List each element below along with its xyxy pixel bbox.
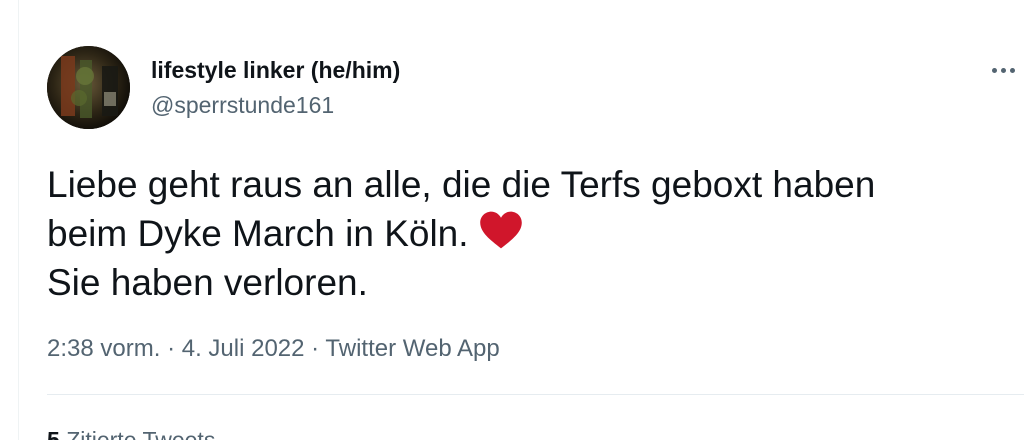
avatar-image: [47, 46, 130, 129]
quote-label: Zitierte Tweets: [66, 427, 216, 440]
author-display-name[interactable]: lifestyle linker (he/him): [151, 56, 400, 84]
tweet-text-line: Liebe geht raus an alle, die die Terfs g…: [47, 164, 876, 205]
tweet-time: 2:38 vorm.: [47, 335, 161, 362]
meta-separator: ·: [311, 335, 320, 362]
tweet-text: Liebe geht raus an alle, die die Terfs g…: [47, 160, 1007, 307]
more-dots-icon: [1001, 67, 1006, 73]
tweet-detail-page: lifestyle linker (he/him) @sperrstunde16…: [0, 0, 1024, 440]
avatar[interactable]: [47, 46, 130, 129]
tweet-date: 4. Juli 2022: [181, 335, 305, 362]
meta-separator: ·: [167, 335, 176, 362]
tweet-text-line-with-emoji: beim Dyke March in Köln.: [47, 209, 1007, 258]
timeline-border: [18, 0, 19, 440]
more-dots-icon: [992, 67, 997, 73]
tweet-timestamp-link[interactable]: 2:38 vorm. · 4. Juli 2022: [47, 335, 305, 362]
tweet-meta: 2:38 vorm. · 4. Juli 2022 · Twitter Web …: [47, 334, 500, 364]
tweet-text-line: beim Dyke March in Köln.: [47, 213, 469, 254]
more-dots-icon: [1010, 67, 1015, 73]
divider: [47, 394, 1024, 395]
quote-count: 5: [47, 427, 60, 440]
more-options-button[interactable]: [992, 56, 1024, 84]
tweet-text-line: Sie haben verloren.: [47, 262, 368, 303]
tweet-source-link[interactable]: Twitter Web App: [325, 335, 499, 362]
author-handle[interactable]: @sperrstunde161: [151, 91, 334, 119]
quote-tweets-link[interactable]: 5 Zitierte Tweets: [47, 426, 215, 440]
heart-icon: [479, 211, 522, 249]
